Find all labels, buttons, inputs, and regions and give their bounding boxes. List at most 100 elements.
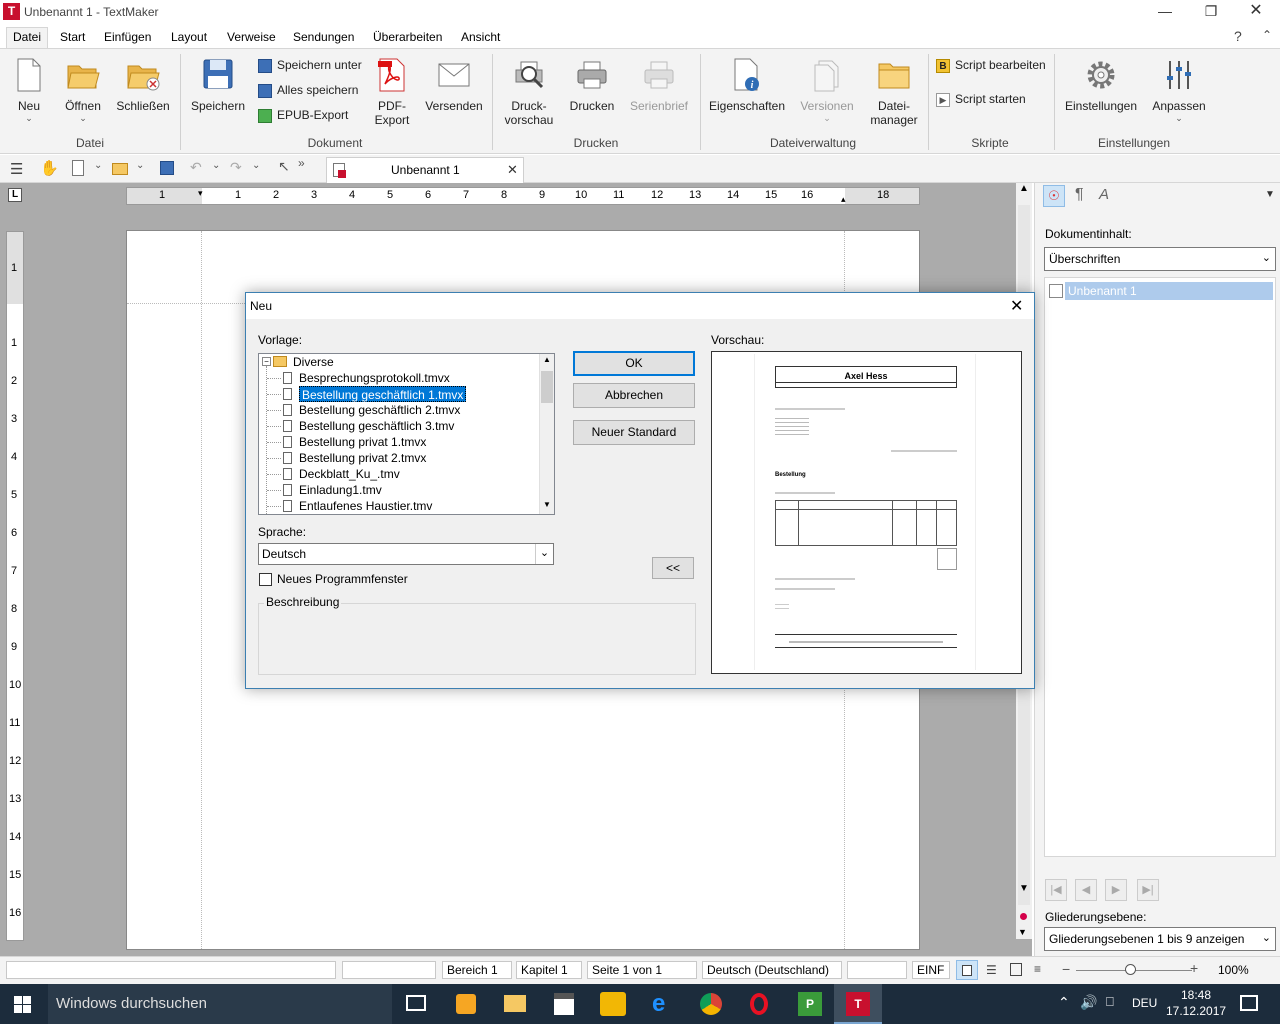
- open-small-icon[interactable]: [112, 163, 128, 175]
- template-item[interactable]: Bestellung geschäftlich 2.tmvx: [299, 402, 460, 418]
- tree-item-unbenannt[interactable]: Unbenannt 1: [1065, 282, 1273, 300]
- close-window-button[interactable]: ✕: [1233, 0, 1279, 24]
- collapse-folder-icon[interactable]: −: [262, 357, 271, 366]
- pointer-icon[interactable]: ↖: [278, 158, 290, 175]
- template-item[interactable]: Deckblatt_Ku_.tmv: [299, 466, 400, 482]
- view-master-icon[interactable]: ≡: [1034, 962, 1041, 976]
- textmaker-task-icon[interactable]: T: [834, 984, 882, 1024]
- new-doc-small-icon[interactable]: [72, 160, 84, 176]
- menu-verweise[interactable]: Verweise: [221, 28, 282, 46]
- outline-tree[interactable]: Unbenannt 1: [1044, 277, 1276, 857]
- opera-icon[interactable]: [750, 993, 768, 1015]
- chevron-up-icon[interactable]: ⌃: [1262, 28, 1272, 42]
- save-small-icon[interactable]: [160, 161, 174, 175]
- outline-level-select[interactable]: Gliederungsebenen 1 bis 9 anzeigen ⌄: [1044, 927, 1276, 951]
- tab-stop-selector[interactable]: L: [8, 188, 22, 202]
- new-window-checkbox[interactable]: [259, 573, 272, 586]
- run-script-button[interactable]: ▶ Script starten: [936, 92, 1026, 107]
- sidebar-menu-icon[interactable]: ▼: [1265, 189, 1275, 200]
- menu-ansicht[interactable]: Ansicht: [455, 28, 506, 46]
- store-icon[interactable]: [554, 993, 574, 1015]
- prev-page-icon[interactable]: ◀: [1075, 879, 1097, 901]
- scroll-up-icon[interactable]: ▲: [543, 355, 551, 364]
- vertical-ruler[interactable]: 1 1 2 3 4 5 6 7 8 9 10 11 12 13 14 15 16: [6, 231, 24, 941]
- new-button[interactable]: Neu ⌄: [8, 58, 50, 124]
- taskbar-search[interactable]: Windows durchsuchen: [48, 984, 392, 1024]
- hamburger-menu-icon[interactable]: ☰: [10, 160, 23, 178]
- tray-chevron-up-icon[interactable]: ⌃: [1058, 994, 1070, 1011]
- scroll-down-icon[interactable]: ▼: [543, 500, 551, 509]
- ok-button[interactable]: OK: [573, 351, 695, 376]
- undo-icon[interactable]: ↶: [190, 159, 202, 176]
- print-preview-button[interactable]: Druck- vorschau: [500, 58, 558, 127]
- chevron-down-icon[interactable]: ⌄: [136, 160, 144, 171]
- outlook-icon[interactable]: [600, 992, 626, 1016]
- right-indent-marker-icon[interactable]: ▴: [841, 194, 846, 205]
- planmaker-icon[interactable]: P: [798, 992, 822, 1016]
- customize-button[interactable]: Anpassen ⌄: [1150, 58, 1208, 124]
- zoom-level[interactable]: 100%: [1218, 963, 1249, 977]
- open-button[interactable]: Öffnen ⌄: [60, 58, 106, 124]
- edit-script-button[interactable]: B Script bearbeiten: [936, 58, 1046, 73]
- navigator-icon[interactable]: ☉: [1043, 185, 1065, 207]
- template-item[interactable]: Einladung1.tmv: [299, 482, 382, 498]
- template-item[interactable]: Bestellung geschäftlich 3.tmv: [299, 418, 454, 434]
- tree-checkbox[interactable]: [1049, 284, 1063, 298]
- browse-object-icon[interactable]: [1020, 913, 1027, 920]
- menu-layout[interactable]: Layout: [165, 28, 213, 46]
- template-item[interactable]: Entlaufenes Haustier.tmv: [299, 498, 432, 514]
- zoom-out-button[interactable]: −: [1062, 961, 1070, 977]
- windows-start-icon[interactable]: [14, 996, 32, 1014]
- clock[interactable]: 18:48 17.12.2017: [1166, 988, 1226, 1018]
- page-down-icon[interactable]: ▼: [1018, 927, 1027, 937]
- file-explorer-icon[interactable]: [504, 995, 526, 1012]
- versions-button[interactable]: Versionen ⌄: [796, 58, 858, 124]
- language-select[interactable]: Deutsch ⌄: [258, 543, 554, 565]
- template-item[interactable]: Bestellung geschäftlich 1.tmvx: [299, 386, 467, 402]
- scroll-thumb[interactable]: [541, 371, 553, 403]
- view-normal-icon[interactable]: [956, 960, 978, 980]
- view-outline-icon[interactable]: ☰: [986, 963, 997, 977]
- template-item[interactable]: Bestellung privat 1.tmvx: [299, 434, 426, 450]
- zoom-in-button[interactable]: +: [1190, 960, 1198, 976]
- cancel-button[interactable]: Abbrechen: [573, 383, 695, 408]
- next-page-icon[interactable]: ▶: [1105, 879, 1127, 901]
- horizontal-ruler[interactable]: ▾ ▴ 1 1 2 3 4 5 6 7 8 9 10 11 12 13 14 1…: [126, 187, 920, 205]
- chevron-down-icon[interactable]: ⌄: [212, 160, 220, 171]
- template-item[interactable]: Besprechungsprotokoll.tmvx: [299, 370, 450, 386]
- last-page-icon[interactable]: ▶|: [1137, 879, 1159, 901]
- send-button[interactable]: Versenden: [424, 58, 484, 113]
- pdf-export-button[interactable]: PDF- Export: [368, 58, 416, 127]
- menu-datei[interactable]: Datei: [6, 27, 49, 48]
- scroll-up-icon[interactable]: ▲: [1019, 183, 1029, 194]
- status-language[interactable]: Deutsch (Deutschland): [702, 961, 842, 979]
- save-all-button[interactable]: Alles speichern: [258, 83, 358, 98]
- save-as-button[interactable]: Speichern unter: [258, 58, 362, 73]
- new-window-label[interactable]: Neues Programmfenster: [277, 572, 408, 586]
- chevron-down-icon[interactable]: ⌄: [94, 160, 102, 171]
- collapse-button[interactable]: <<: [652, 557, 694, 579]
- minimize-button[interactable]: —: [1142, 0, 1188, 24]
- volume-icon[interactable]: 🔊: [1080, 994, 1097, 1011]
- template-tree[interactable]: − Diverse Besprechungsprotokoll.tmvx Best…: [258, 353, 555, 515]
- save-button[interactable]: Speichern: [188, 58, 248, 113]
- first-page-icon[interactable]: |◀: [1045, 879, 1067, 901]
- task-view-icon[interactable]: [406, 995, 426, 1011]
- character-format-icon[interactable]: A: [1099, 186, 1109, 203]
- zoom-slider-thumb[interactable]: [1125, 964, 1136, 975]
- template-scrollbar[interactable]: ▲ ▼: [539, 354, 554, 514]
- dialog-close-icon[interactable]: ✕: [1010, 296, 1023, 316]
- input-language[interactable]: DEU: [1132, 996, 1157, 1010]
- overflow-icon[interactable]: »: [298, 156, 305, 170]
- chrome-icon[interactable]: [700, 993, 722, 1015]
- restore-button[interactable]: ❐: [1188, 0, 1234, 24]
- paragraph-icon[interactable]: ¶: [1075, 186, 1084, 204]
- menu-start[interactable]: Start: [54, 28, 91, 46]
- help-icon[interactable]: ?: [1234, 28, 1242, 44]
- scroll-down-icon[interactable]: ▼: [1019, 883, 1029, 894]
- folder-diverse[interactable]: Diverse: [293, 354, 334, 370]
- mail-merge-button[interactable]: Serienbrief: [626, 58, 692, 113]
- print-button[interactable]: Drucken: [564, 58, 620, 113]
- settings-button[interactable]: Einstellungen: [1062, 58, 1140, 113]
- content-select[interactable]: Überschriften ⌄: [1044, 247, 1276, 271]
